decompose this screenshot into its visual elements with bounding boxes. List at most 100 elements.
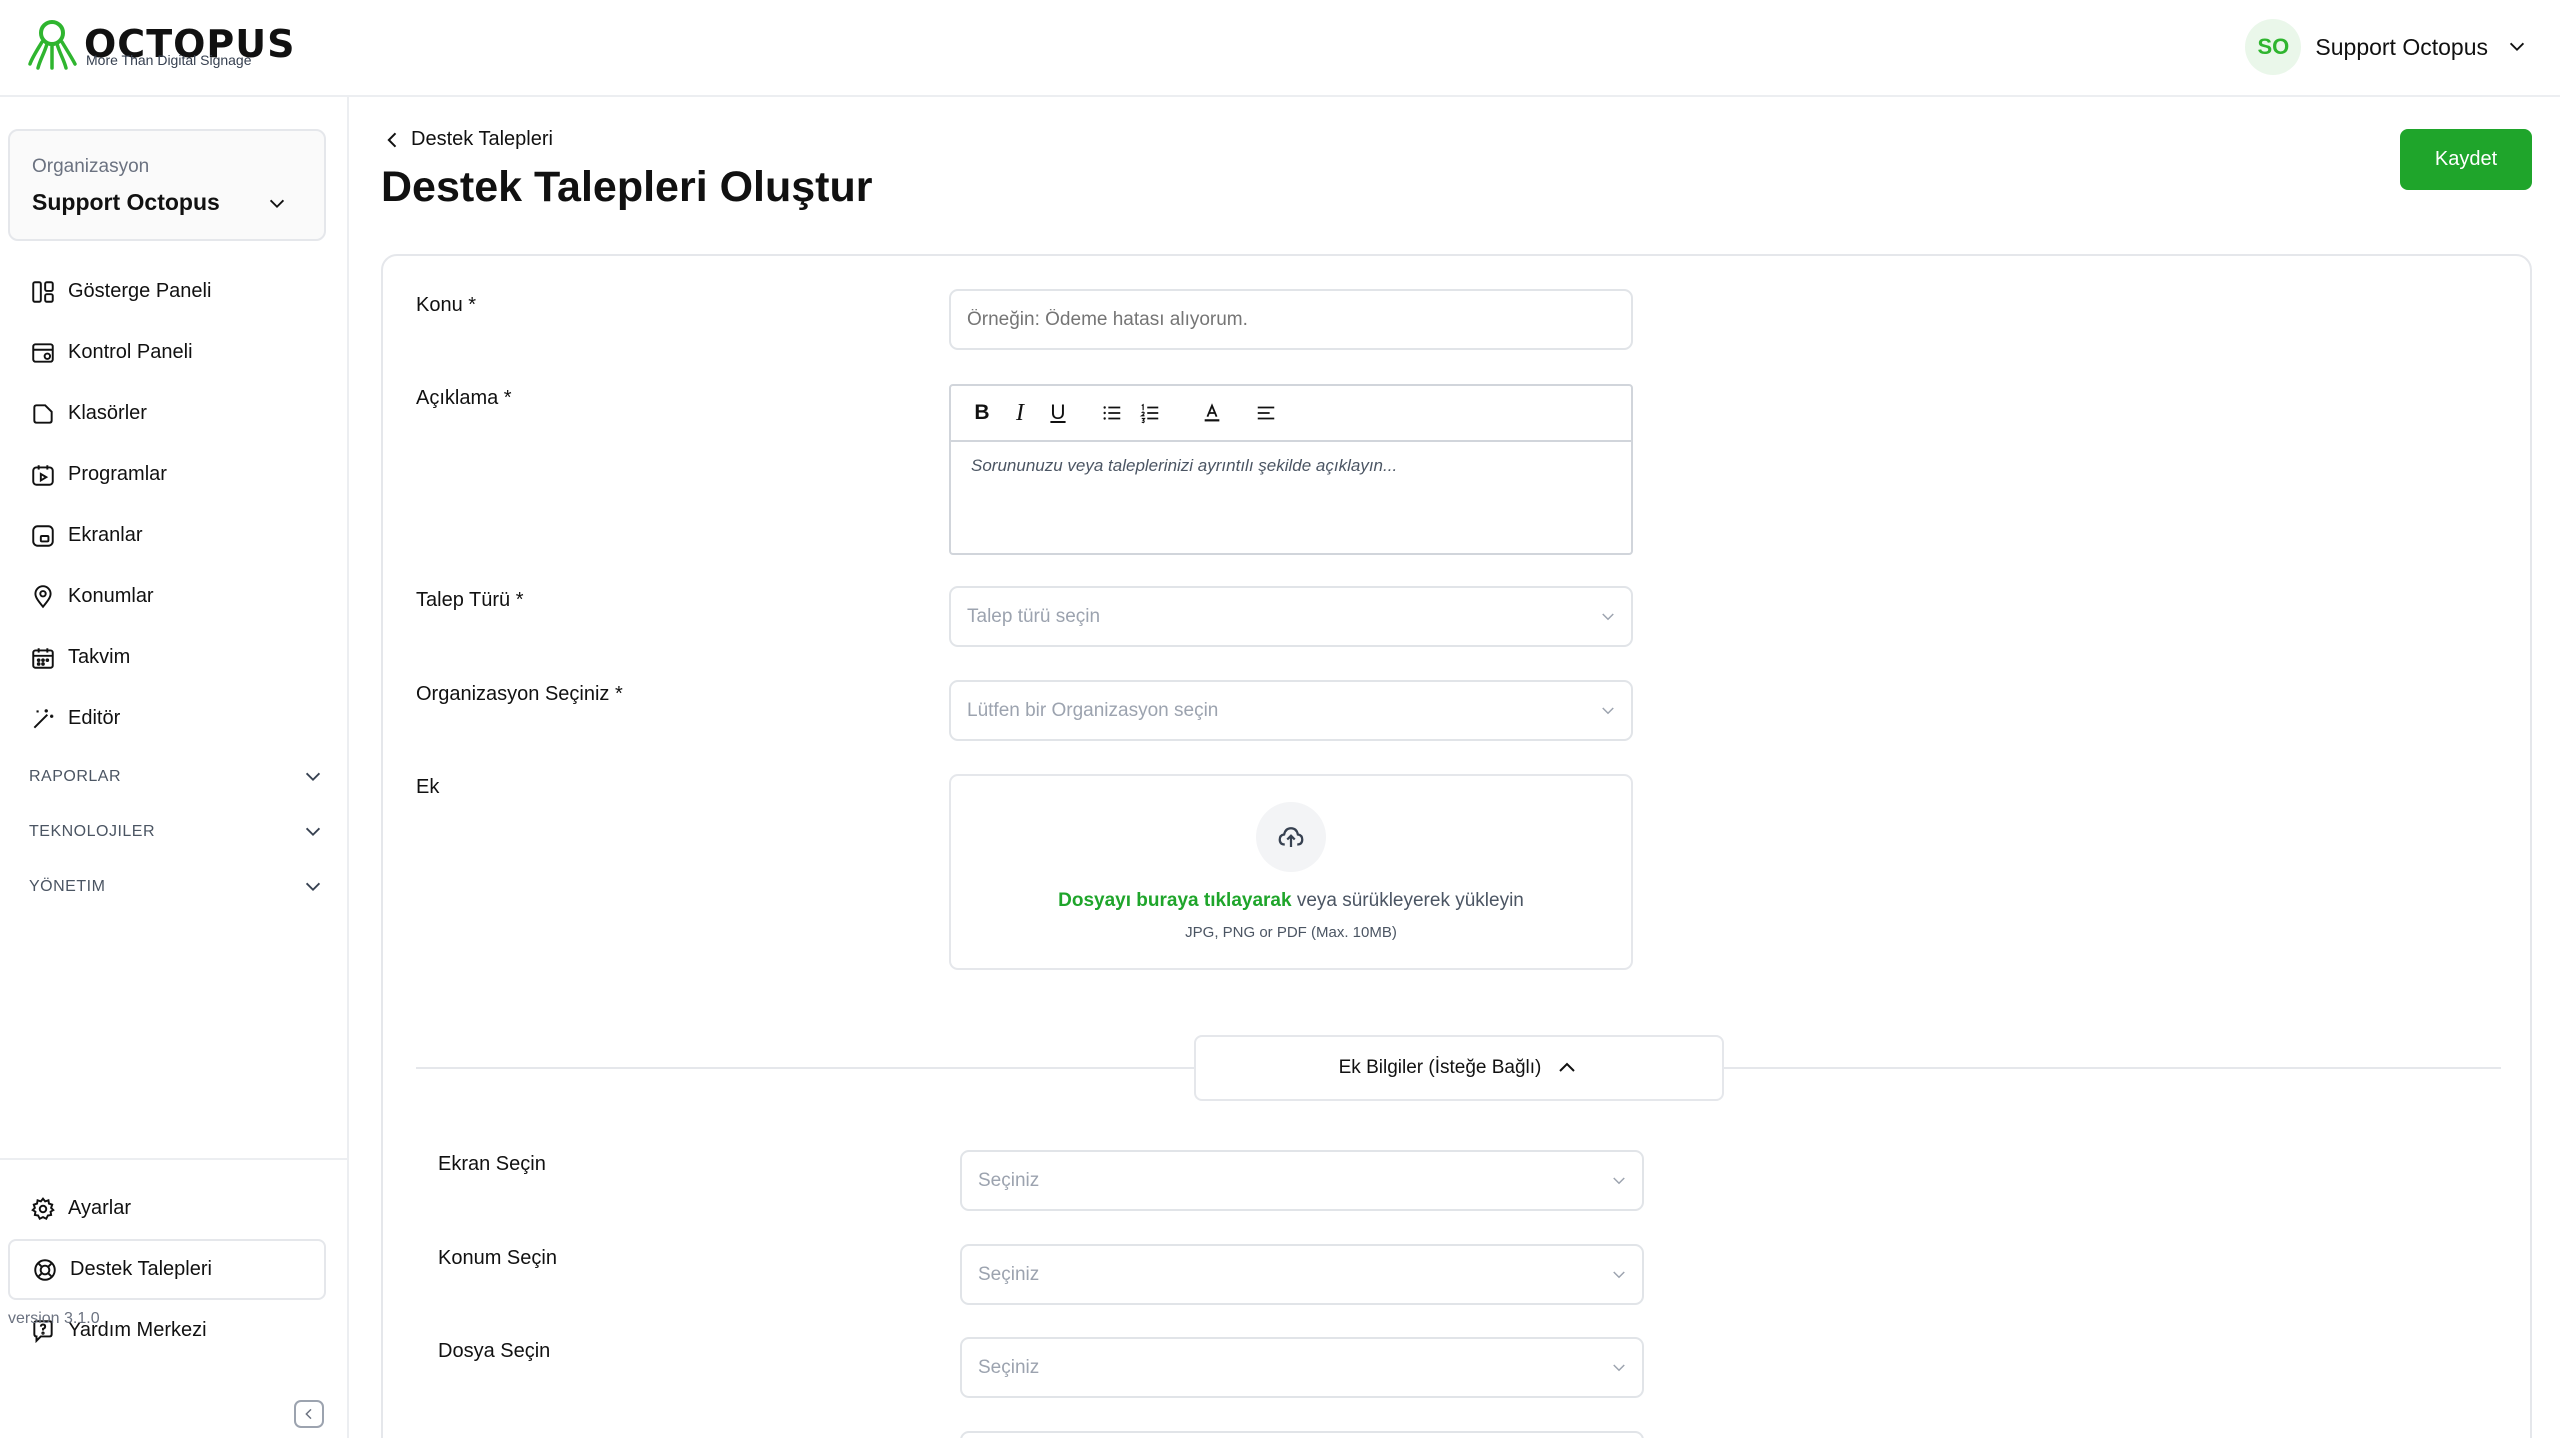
sidebar-nav: Gösterge Paneli Kontrol Paneli Klasörler… xyxy=(8,261,326,914)
gear-icon xyxy=(31,1196,55,1220)
align-left-icon[interactable] xyxy=(1253,398,1279,428)
file-select-placeholder: Seçiniz xyxy=(978,1356,1040,1378)
file-upload-dropzone[interactable]: Dosyayı buraya tıklayarak veya sürükleye… xyxy=(949,774,1633,970)
upload-instruction: Dosyayı buraya tıklayarak veya sürükleye… xyxy=(951,890,1631,912)
calendar-icon xyxy=(32,647,54,669)
request-type-placeholder: Talep türü seçin xyxy=(967,605,1101,627)
align-left-glyph xyxy=(1257,406,1275,420)
chevron-down-icon xyxy=(1613,1364,1625,1372)
request-type-select[interactable]: Talep türü seçin xyxy=(949,586,1633,647)
chevron-left-icon xyxy=(387,132,397,147)
section-management[interactable]: YÖNETIM xyxy=(8,859,326,914)
screen-select-placeholder: Seçiniz xyxy=(978,1169,1040,1191)
chevron-up-icon xyxy=(1559,1062,1576,1072)
request-type-label: Talep Türü * xyxy=(416,589,524,611)
section-reports[interactable]: RAPORLAR xyxy=(8,749,326,804)
page-title: Destek Talepleri Oluştur xyxy=(381,163,873,211)
sidebar-item-label: Konumlar xyxy=(68,585,154,607)
numbered-list-glyph xyxy=(1139,403,1159,424)
sidebar-item-screens[interactable]: Ekranlar xyxy=(8,505,326,566)
chevron-down-icon xyxy=(305,882,321,891)
sidebar-item-calendar[interactable]: Takvim xyxy=(8,627,326,688)
extra-info-toggle[interactable]: Ek Bilgiler (İsteğe Bağlı) xyxy=(1194,1035,1724,1101)
lifebuoy-icon xyxy=(34,1258,56,1281)
description-textarea[interactable]: Sorununuzu veya taleplerinizi ayrıntılı … xyxy=(951,442,1631,490)
chevron-down-icon xyxy=(305,827,321,836)
upload-hint: JPG, PNG or PDF (Max. 10MB) xyxy=(1185,924,1397,941)
user-menu[interactable]: SO Support Octopus xyxy=(2245,19,2528,75)
sidebar-item-label: Gösterge Paneli xyxy=(68,280,212,302)
organization-select[interactable]: Lütfen bir Organizasyon seçin xyxy=(949,680,1633,741)
sidebar-item-locations[interactable]: Konumlar xyxy=(8,566,326,627)
sidebar-item-dashboard[interactable]: Gösterge Paneli xyxy=(8,261,326,322)
extra-info-label: Ek Bilgiler (İsteğe Bağlı) xyxy=(1338,1057,1542,1078)
sidebar-item-folders[interactable]: Klasörler xyxy=(8,383,326,444)
attachment-label: Ek xyxy=(416,776,440,798)
file-select[interactable]: Seçiniz xyxy=(960,1337,1644,1398)
octopus-icon xyxy=(28,20,77,70)
sidebar-item-editor[interactable]: Editör xyxy=(8,688,326,749)
sidebar-item-settings[interactable]: Ayarlar xyxy=(8,1178,326,1239)
sidebar-item-label: Kontrol Paneli xyxy=(68,341,193,363)
section-label: TEKNOLOJILER xyxy=(29,822,156,840)
section-technologies[interactable]: TEKNOLOJILER xyxy=(8,804,326,859)
file-select-label: Dosya Seçin xyxy=(438,1340,551,1362)
organization-label: Organizasyon xyxy=(32,156,150,177)
section-label: YÖNETIM xyxy=(29,877,106,895)
chevron-left-icon xyxy=(305,1408,312,1420)
text-color-icon[interactable] xyxy=(1199,398,1225,428)
upload-link[interactable]: Dosyayı buraya tıklayarak xyxy=(1058,890,1291,911)
save-button[interactable]: Kaydet xyxy=(2400,129,2532,190)
location-select-placeholder: Seçiniz xyxy=(978,1263,1040,1285)
next-select-partial[interactable] xyxy=(960,1431,1644,1438)
bullet-list-icon[interactable] xyxy=(1099,398,1125,428)
user-name: Support Octopus xyxy=(2315,33,2488,60)
folder-icon xyxy=(33,403,53,424)
chevron-down-icon xyxy=(269,199,285,209)
screen-select[interactable]: Seçiniz xyxy=(960,1150,1644,1211)
text-color-glyph xyxy=(1204,403,1220,422)
sidebar-item-label: Editör xyxy=(68,707,121,729)
chevron-down-icon xyxy=(2509,42,2525,52)
back-link[interactable]: Destek Talepleri xyxy=(383,128,553,151)
sidebar-item-label: Programlar xyxy=(68,463,167,485)
screen-select-label: Ekran Seçin xyxy=(438,1153,546,1175)
chevron-down-icon xyxy=(1602,613,1614,621)
collapse-sidebar-button[interactable] xyxy=(294,1400,324,1428)
chevron-down-icon xyxy=(1613,1271,1625,1279)
version-label: version 3.1.0 xyxy=(8,1310,100,1327)
italic-icon[interactable]: I xyxy=(1007,398,1033,428)
subject-input[interactable] xyxy=(949,289,1633,350)
sidebar-item-label: Ayarlar xyxy=(68,1197,131,1219)
top-bar: OCTOPUS More Than Digital Signage SO Sup… xyxy=(0,0,2560,97)
sidebar: Organizasyon Support Octopus Gösterge Pa… xyxy=(0,97,349,1438)
magic-wand-icon xyxy=(33,708,54,728)
editor-toolbar: B I U xyxy=(951,386,1631,442)
organization-field-label: Organizasyon Seçiniz * xyxy=(416,683,623,705)
control-panel-icon xyxy=(32,342,54,363)
sidebar-item-label: Ekranlar xyxy=(68,524,143,546)
upload-rest-text: veya sürükleyerek yükleyin xyxy=(1291,890,1524,911)
sidebar-item-control-panel[interactable]: Kontrol Paneli xyxy=(8,322,326,383)
numbered-list-icon[interactable] xyxy=(1137,398,1163,428)
sidebar-item-programs[interactable]: Programlar xyxy=(8,444,326,505)
location-select[interactable]: Seçiniz xyxy=(960,1244,1644,1305)
screen-icon xyxy=(32,524,54,547)
organization-selector[interactable]: Organizasyon Support Octopus xyxy=(8,129,326,241)
sidebar-item-support-requests[interactable]: Destek Talepleri xyxy=(8,1239,326,1300)
program-icon xyxy=(32,464,54,486)
dashboard-icon xyxy=(32,280,54,303)
chevron-down-icon xyxy=(1602,707,1614,715)
bullet-list-glyph xyxy=(1103,406,1121,420)
sidebar-bottom: Ayarlar Destek Talepleri Yardım Merkezi xyxy=(0,1158,347,1343)
form-card: Konu * Açıklama * B I U Sorununuzu veya … xyxy=(381,254,2532,1438)
organization-value: Support Octopus xyxy=(32,189,220,215)
chevron-down-icon xyxy=(305,772,321,781)
location-icon xyxy=(34,584,52,608)
underline-icon[interactable]: U xyxy=(1045,398,1071,428)
bold-icon[interactable]: B xyxy=(969,398,995,428)
sidebar-item-label: Klasörler xyxy=(68,402,147,424)
location-select-label: Konum Seçin xyxy=(438,1247,557,1269)
sidebar-item-label: Takvim xyxy=(68,646,131,668)
back-label: Destek Talepleri xyxy=(411,128,553,150)
